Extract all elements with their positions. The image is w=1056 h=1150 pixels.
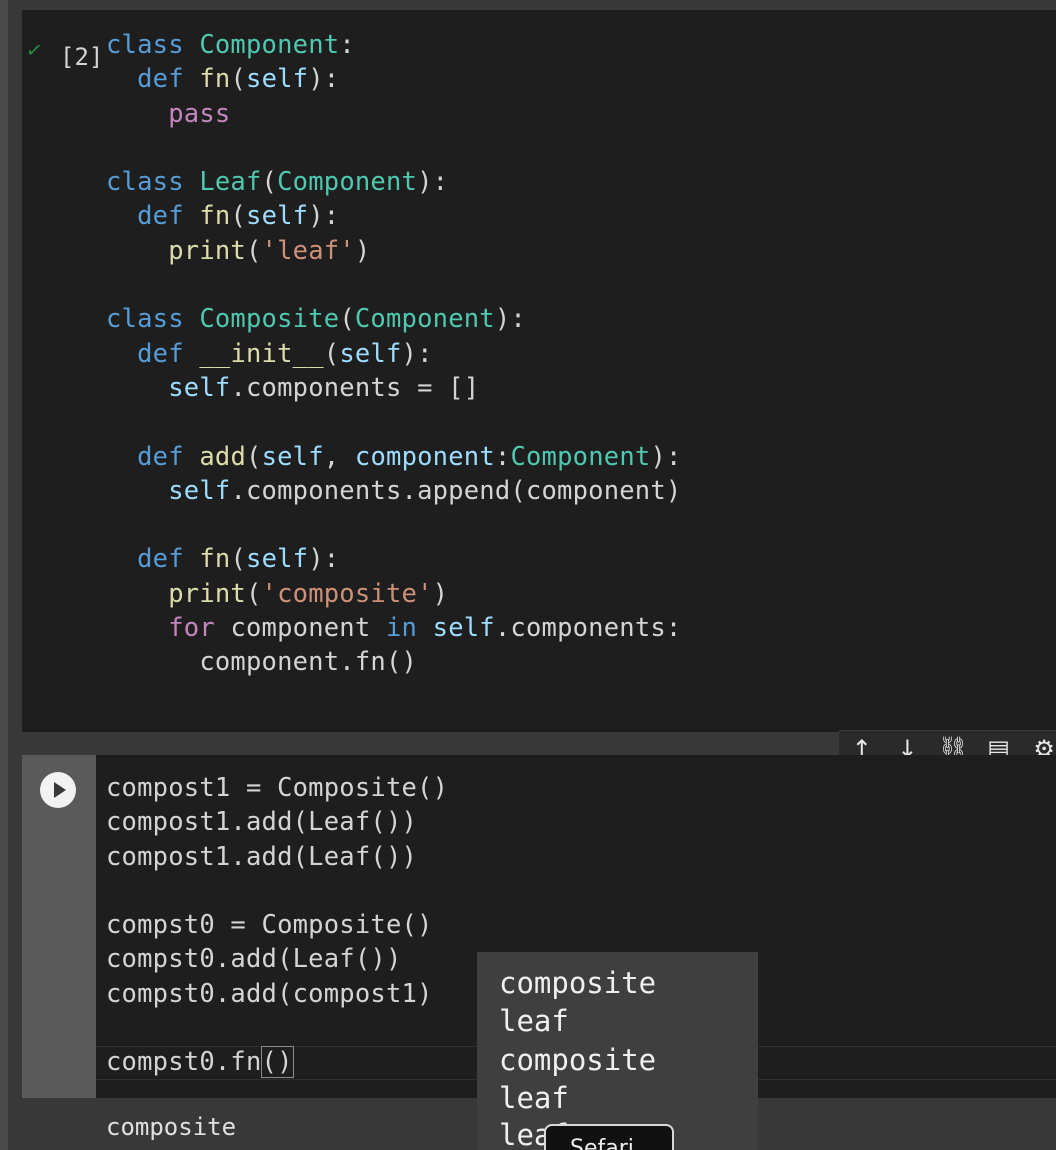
code-line: compst0 = Composite() xyxy=(106,910,433,941)
output-line: leaf xyxy=(106,1144,164,1150)
overlay-line: leaf xyxy=(499,1004,569,1038)
code-line: class Composite(Component): xyxy=(106,304,526,335)
function-name: add xyxy=(199,441,247,472)
code-line: print('leaf') xyxy=(168,235,371,266)
code-line: pass xyxy=(106,99,230,129)
notebook-view: ✓ [2] class Component: def fn(self): pas… xyxy=(0,0,1056,1150)
code-line: def add(self, component:Component): xyxy=(137,441,682,472)
keyword-class: class xyxy=(106,304,184,335)
keyword-def: def xyxy=(137,441,184,472)
code-line: compst0.add(Leaf()) xyxy=(106,944,402,975)
code-line: compst0.fn() xyxy=(106,1046,294,1079)
success-check-icon: ✓ xyxy=(24,36,45,64)
code-line: def fn(self): xyxy=(137,544,340,575)
function-name: __init__ xyxy=(199,338,324,369)
keyword-def: def xyxy=(137,338,184,369)
function-name: fn xyxy=(199,64,231,95)
string-literal: 'leaf' xyxy=(261,235,355,266)
code-line: def fn(self): xyxy=(137,201,340,232)
code-cell-1[interactable]: ✓ [2] class Component: def fn(self): pas… xyxy=(22,10,1056,732)
self-token: self xyxy=(246,64,309,95)
keyword-def: def xyxy=(137,544,184,575)
self-token: self xyxy=(246,201,309,232)
code-editor-cell-2[interactable]: compost1 = Composite() compost1.add(Leaf… xyxy=(106,771,448,1080)
self-token: self xyxy=(432,613,495,644)
class-name: Component xyxy=(277,167,418,198)
keyword-def: def xyxy=(137,201,184,232)
execution-count: [2] xyxy=(60,43,104,71)
self-token: self xyxy=(168,475,231,506)
builtin-print: print xyxy=(168,235,246,266)
code-line: def __init__(self): xyxy=(137,338,433,369)
code-line: for component in self.components: xyxy=(168,613,682,644)
builtin-print: print xyxy=(168,578,246,609)
keyword-def: def xyxy=(137,64,184,95)
output-overlay: composite leaf composite leaf leaf xyxy=(477,952,758,1150)
code-line: compost1.add(Leaf()) xyxy=(106,807,418,838)
keyword-class: class xyxy=(106,30,184,60)
class-name: Leaf xyxy=(199,167,262,198)
keyword-for: for xyxy=(168,613,215,644)
self-token: self xyxy=(261,441,324,472)
self-token: self xyxy=(168,372,231,403)
string-literal: 'composite' xyxy=(261,578,433,609)
overlay-line: composite xyxy=(499,966,657,1000)
self-token: self xyxy=(246,544,309,575)
left-edge xyxy=(0,0,8,1150)
code-line: class Leaf(Component): xyxy=(106,167,449,198)
overlay-line: leaf xyxy=(499,1081,569,1115)
keyword-pass: pass xyxy=(168,98,231,129)
self-token: self xyxy=(339,338,402,369)
class-name: Component xyxy=(199,30,340,60)
bracket-match: () xyxy=(260,1046,294,1079)
code-line: print('composite') xyxy=(168,578,449,609)
class-name: Composite xyxy=(199,304,340,335)
function-name: fn xyxy=(199,544,231,575)
code-line: compst0.add(compost1) xyxy=(106,978,433,1009)
tooltip-chip: Sefari xyxy=(544,1124,674,1150)
cell-2-gutter xyxy=(22,755,96,1098)
code-line: compost1.add(Leaf()) xyxy=(106,841,418,872)
code-line: compost1 = Composite() xyxy=(106,773,449,803)
code-line: self.components.append(component) xyxy=(168,475,682,506)
code-line: self.components = [] xyxy=(168,372,480,403)
output-line: composite xyxy=(106,1113,237,1141)
keyword-class: class xyxy=(106,167,184,198)
top-edge xyxy=(0,0,1056,10)
class-name: Component xyxy=(510,441,651,472)
keyword-in: in xyxy=(385,613,418,644)
code-editor-cell-1[interactable]: class Component: def fn(self): pass clas… xyxy=(106,28,682,680)
class-name: Component xyxy=(354,304,495,335)
overlay-line: composite xyxy=(499,1043,657,1077)
code-line: class Component: xyxy=(106,30,355,60)
param-name: component xyxy=(354,441,495,472)
run-cell-button[interactable] xyxy=(40,772,76,808)
function-name: fn xyxy=(199,201,231,232)
code-line: def fn(self): xyxy=(137,64,340,95)
code-line: component.fn() xyxy=(106,647,418,678)
